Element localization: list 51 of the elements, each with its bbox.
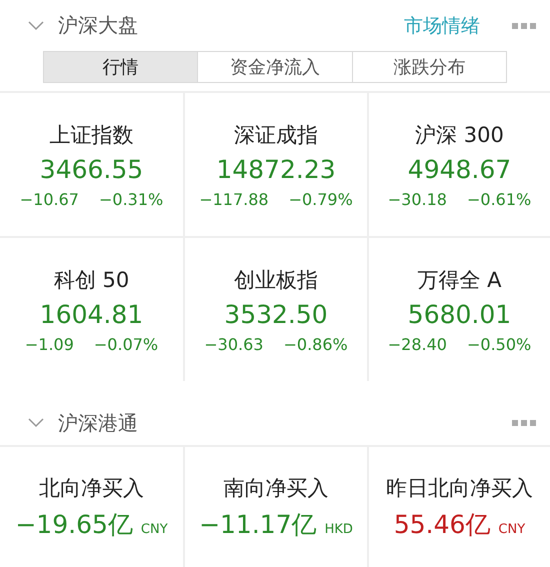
chevron-icon[interactable] bbox=[28, 20, 44, 31]
index-change: −30.18 bbox=[388, 190, 447, 209]
index-name: 创业板指 bbox=[234, 266, 318, 294]
flow-value: −11.17亿 bbox=[199, 508, 317, 540]
index-percent: −0.86% bbox=[283, 334, 348, 354]
index-percent: −0.50% bbox=[466, 334, 532, 354]
currency-label: HKD bbox=[324, 522, 353, 536]
index-percent: −0.61% bbox=[466, 190, 532, 209]
more-icon[interactable] bbox=[512, 22, 536, 29]
index-percent: −0.79% bbox=[288, 190, 353, 209]
more-icon[interactable] bbox=[512, 420, 536, 426]
flow-name: 昨日北向净买入 bbox=[386, 474, 533, 502]
flow-name: 北向净买入 bbox=[39, 474, 144, 502]
index-name: 万得全 A bbox=[417, 266, 502, 294]
index-name: 科创 50 bbox=[54, 266, 130, 294]
index-card[interactable]: 深证成指 14872.23 −117.88 −0.79% bbox=[185, 93, 367, 236]
index-change: −28.40 bbox=[388, 334, 447, 354]
tab[interactable]: 涨跌分布 bbox=[352, 51, 507, 84]
index-value: 1604.81 bbox=[40, 300, 144, 329]
index-card[interactable]: 上证指数 3466.55 −10.67 −0.31% bbox=[0, 93, 183, 236]
tab[interactable]: 行情 bbox=[43, 51, 198, 84]
index-name: 沪深 300 bbox=[415, 122, 504, 149]
section-title: 沪深大盘 bbox=[58, 12, 139, 40]
index-value: 3466.55 bbox=[40, 154, 144, 184]
index-value: 5680.01 bbox=[408, 300, 512, 329]
flow-value: −19.65亿 bbox=[15, 508, 133, 540]
index-change: −117.88 bbox=[199, 190, 269, 209]
currency-label: CNY bbox=[498, 522, 526, 536]
index-value: 3532.50 bbox=[224, 300, 328, 329]
tab[interactable]: 资金净流入 bbox=[197, 51, 353, 84]
index-change: −30.63 bbox=[204, 334, 264, 354]
index-change: −10.67 bbox=[20, 190, 79, 209]
index-card[interactable]: 沪深 300 4948.67 −30.18 −0.61% bbox=[369, 93, 550, 236]
flow-card[interactable]: 北向净买入 −19.65亿 CNY bbox=[0, 447, 183, 567]
flow-card[interactable]: 昨日北向净买入 55.46亿 CNY bbox=[369, 447, 550, 567]
index-card[interactable]: 科创 50 1604.81 −1.09 −0.07% bbox=[0, 238, 183, 382]
index-value: 14872.23 bbox=[216, 154, 336, 184]
index-percent: −0.07% bbox=[94, 334, 158, 354]
index-name: 上证指数 bbox=[50, 122, 134, 149]
index-value: 4948.67 bbox=[408, 154, 512, 184]
index-card[interactable]: 创业板指 3532.50 −30.63 −0.86% bbox=[185, 238, 367, 382]
chevron-icon[interactable] bbox=[28, 418, 44, 428]
flow-card[interactable]: 南向净买入 −11.17亿 HKD bbox=[185, 447, 367, 567]
index-name: 深证成指 bbox=[234, 122, 318, 149]
index-change: −1.09 bbox=[24, 334, 74, 354]
flow-value: 55.46亿 bbox=[394, 508, 490, 540]
index-percent: −0.31% bbox=[98, 190, 164, 209]
section-title: 沪深港通 bbox=[58, 410, 139, 437]
index-card[interactable]: 万得全 A 5680.01 −28.40 −0.50% bbox=[369, 238, 550, 382]
flow-name: 南向净买入 bbox=[224, 474, 328, 502]
currency-label: CNY bbox=[140, 522, 168, 536]
